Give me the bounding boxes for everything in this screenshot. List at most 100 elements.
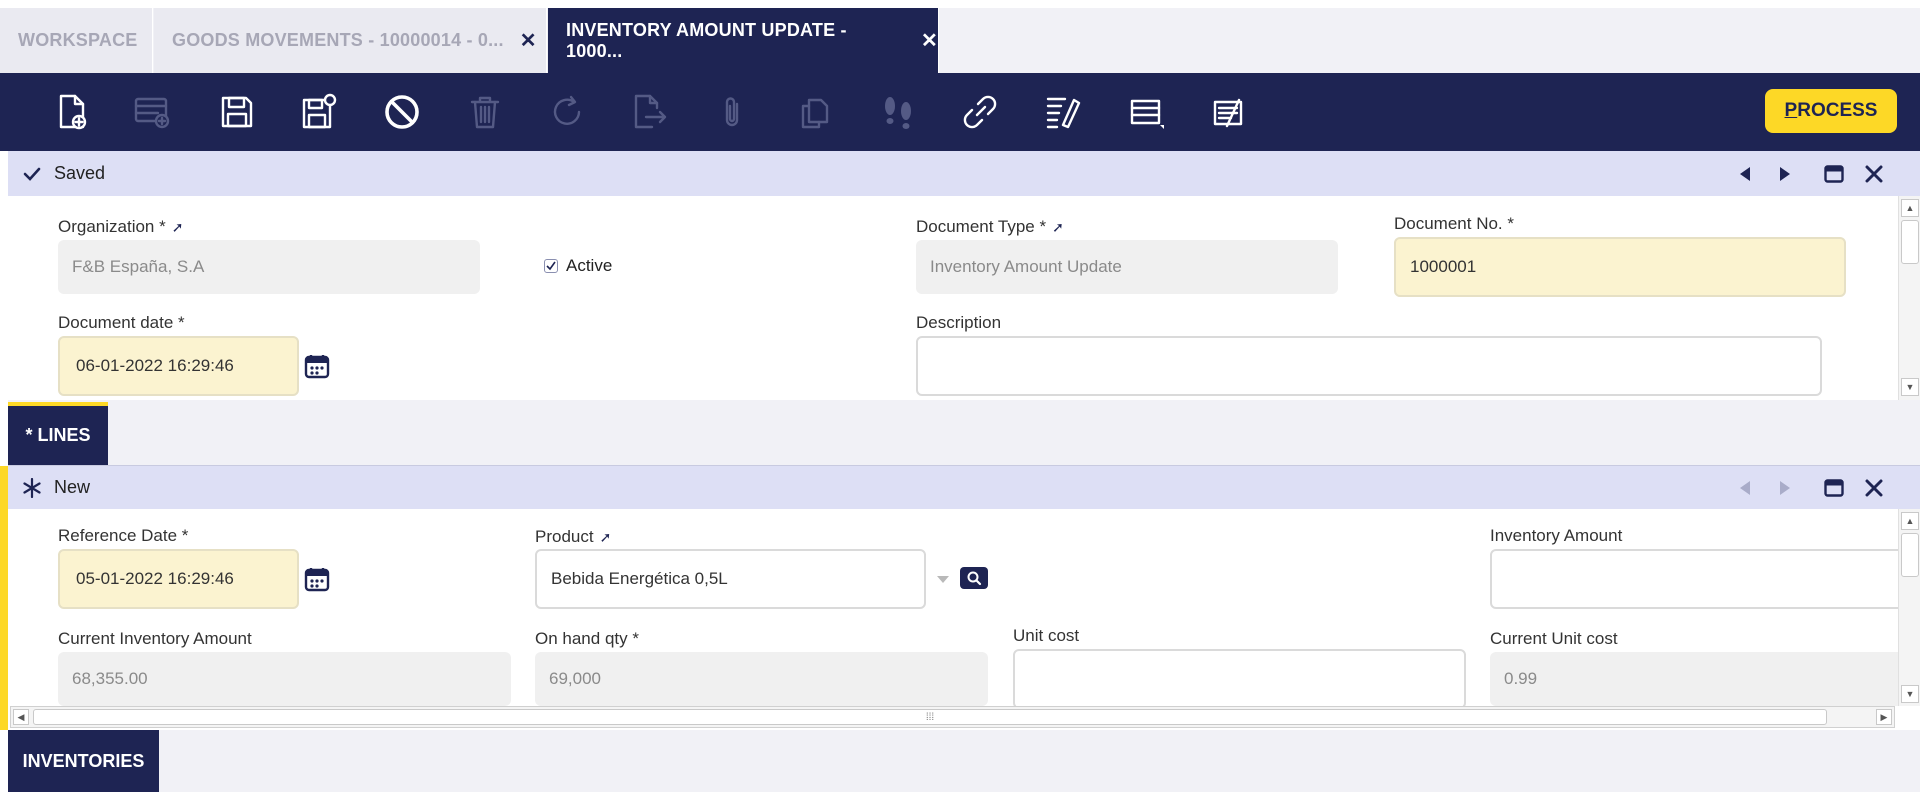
document-date-field[interactable]: 06-01-2022 16:29:46 — [58, 336, 299, 396]
on-hand-qty-field[interactable]: 69,000 — [535, 652, 988, 706]
close-icon[interactable]: ✕ — [921, 28, 938, 53]
close-form-button[interactable] — [1863, 477, 1885, 499]
reference-date-label: Reference Date * — [58, 526, 189, 545]
lines-vertical-scrollbar[interactable]: ▲ ▼ — [1898, 509, 1920, 706]
dropdown-arrow-icon[interactable] — [936, 572, 950, 590]
active-section-indicator — [0, 466, 8, 730]
scroll-down-icon[interactable]: ▼ — [1901, 685, 1919, 703]
product-label: Product ➚ — [535, 527, 611, 547]
audit-trail-button[interactable] — [877, 91, 919, 133]
grid-form-toggle-icon — [1130, 99, 1164, 129]
active-checkbox-group: Active — [544, 256, 612, 276]
link-pin-icon[interactable]: ➚ — [172, 219, 184, 236]
current-unit-cost-field[interactable]: 0.99 — [1490, 652, 1910, 706]
scroll-down-icon[interactable]: ▼ — [1901, 378, 1919, 396]
active-checkbox[interactable] — [544, 259, 558, 273]
unit-cost-field[interactable] — [1013, 649, 1466, 706]
tab-inventory-amount-update[interactable]: INVENTORY AMOUNT UPDATE - 1000... ✕ — [548, 8, 939, 73]
attachment-button[interactable] — [711, 91, 753, 133]
document-date-value: 06-01-2022 16:29:46 — [76, 356, 234, 375]
current-unit-cost-label: Current Unit cost — [1490, 629, 1618, 648]
link-pin-icon[interactable]: ➚ — [600, 529, 612, 546]
save-close-button[interactable] — [298, 91, 340, 133]
active-label: Active — [566, 256, 613, 275]
document-type-value: Inventory Amount Update — [930, 257, 1122, 276]
scroll-thumb[interactable] — [1901, 220, 1919, 264]
lines-status-text: New — [54, 477, 91, 497]
maximize-button[interactable] — [1823, 477, 1845, 499]
notes-button[interactable] — [1208, 91, 1250, 133]
scroll-up-icon[interactable]: ▲ — [1901, 199, 1919, 217]
export-icon — [634, 94, 667, 129]
header-form: Organization * ➚ F&B España, S.A Active D… — [8, 196, 1920, 400]
tree-edit-button[interactable] — [1042, 91, 1084, 133]
current-unit-cost-value: 0.99 — [1504, 669, 1538, 688]
maximize-button[interactable] — [1823, 163, 1845, 185]
description-field[interactable] — [916, 336, 1822, 396]
close-form-button[interactable] — [1863, 163, 1885, 185]
undo-cancel-icon — [385, 95, 419, 129]
tab-workspace[interactable]: WORKSPACE — [0, 8, 153, 73]
close-icon[interactable]: ✕ — [520, 28, 537, 53]
link-button[interactable] — [959, 91, 1001, 133]
export-button[interactable] — [629, 91, 671, 133]
document-no-value: 1000001 — [1410, 257, 1477, 276]
maximize-icon — [1824, 165, 1844, 183]
triangle-right-icon — [1780, 167, 1790, 181]
next-record-button[interactable] — [1774, 477, 1796, 499]
process-button[interactable]: P ROCESS — [1765, 89, 1897, 133]
current-inventory-amount-label: Current Inventory Amount — [58, 629, 252, 648]
lines-form: Reference Date * 05-01-2022 16:29:46 Pro… — [8, 509, 1920, 706]
undo-button[interactable] — [381, 91, 423, 133]
delete-button[interactable] — [464, 91, 506, 133]
header-status-bar: Saved — [8, 151, 1920, 196]
grid-form-toggle-button[interactable] — [1125, 91, 1167, 133]
triangle-left-icon — [1740, 167, 1750, 181]
inventory-amount-field[interactable] — [1490, 549, 1910, 609]
search-icon — [967, 571, 982, 586]
check-icon — [22, 164, 42, 184]
reference-date-field[interactable]: 05-01-2022 16:29:46 — [58, 549, 299, 609]
product-field[interactable]: Bebida Energética 0,5L — [535, 549, 926, 609]
scroll-thumb[interactable]: ⁞⁞⁞ — [33, 709, 1827, 725]
tab-inventories[interactable]: INVENTORIES — [8, 730, 159, 792]
calendar-icon[interactable] — [304, 353, 330, 379]
save-button[interactable] — [216, 91, 258, 133]
new-row-icon — [134, 97, 170, 129]
tab-lines-label: * LINES — [25, 425, 91, 445]
description-label: Description — [916, 313, 1002, 332]
current-inventory-amount-field[interactable]: 68,355.00 — [58, 652, 511, 706]
new-document-icon — [59, 94, 87, 130]
header-status-text: Saved — [54, 163, 106, 183]
process-button-hotkey: P — [1784, 100, 1798, 121]
scroll-right-icon[interactable]: ▶ — [1876, 709, 1892, 725]
new-document-button[interactable] — [51, 91, 93, 133]
calendar-icon[interactable] — [304, 566, 330, 592]
clone-button[interactable] — [794, 91, 836, 133]
toolbar: P ROCESS — [0, 73, 1920, 151]
scroll-up-icon[interactable]: ▲ — [1901, 512, 1919, 530]
refresh-button[interactable] — [546, 91, 588, 133]
tab-goods-movements-label: GOODS MOVEMENTS - 10000014 - 0... — [172, 30, 504, 50]
link-pin-icon[interactable]: ➚ — [1052, 219, 1064, 236]
scroll-thumb[interactable] — [1901, 533, 1919, 577]
lines-horizontal-scrollbar[interactable]: ◀ ⁞⁞⁞ ▶ — [10, 706, 1895, 728]
organization-field[interactable]: F&B España, S.A — [58, 240, 480, 294]
tab-goods-movements[interactable]: GOODS MOVEMENTS - 10000014 - 0... ✕ — [154, 8, 547, 73]
document-date-label: Document date * — [58, 313, 185, 332]
next-record-button[interactable] — [1774, 163, 1796, 185]
document-type-field[interactable]: Inventory Amount Update — [916, 240, 1338, 294]
reference-date-value: 05-01-2022 16:29:46 — [76, 569, 234, 588]
organization-label: Organization * ➚ — [58, 217, 183, 237]
tab-lines[interactable]: * LINES — [8, 406, 108, 465]
new-row-button[interactable] — [131, 91, 173, 133]
previous-record-button[interactable] — [1734, 163, 1756, 185]
inventories-tab-band: INVENTORIES — [8, 730, 1920, 792]
product-search-button[interactable] — [960, 567, 988, 589]
previous-record-button[interactable] — [1734, 477, 1756, 499]
document-no-field[interactable]: 1000001 — [1394, 237, 1846, 297]
scroll-left-icon[interactable]: ◀ — [13, 709, 29, 725]
window-tab-bar: WORKSPACE GOODS MOVEMENTS - 10000014 - 0… — [0, 0, 1920, 73]
product-label-text: Product — [535, 527, 594, 546]
header-vertical-scrollbar[interactable]: ▲ ▼ — [1898, 196, 1920, 400]
